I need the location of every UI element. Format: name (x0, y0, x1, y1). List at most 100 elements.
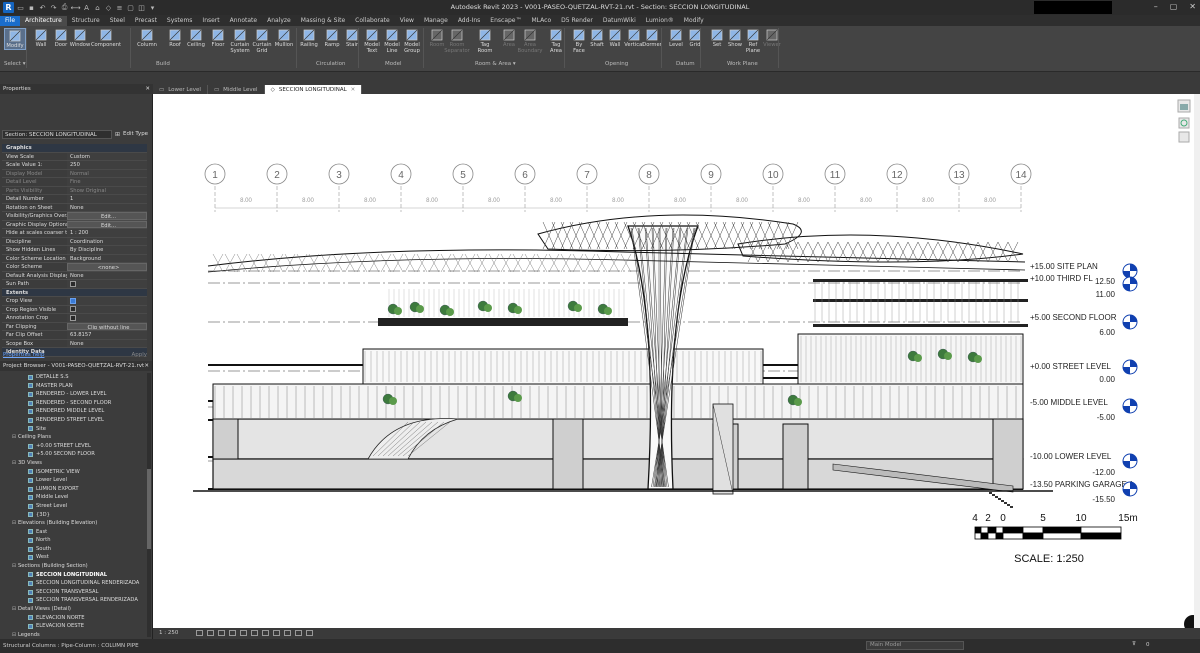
tab-architecture[interactable]: Architecture (20, 16, 67, 26)
filter-icon[interactable]: ⊽ (1132, 641, 1136, 647)
view-tab-middle-level[interactable]: ▭ Middle Level (208, 85, 265, 94)
section-icon[interactable]: ◇ (104, 3, 113, 12)
shadows-icon[interactable] (229, 630, 237, 636)
property-value[interactable]: 1 : 200 (67, 229, 147, 237)
unlock-view-icon[interactable] (273, 630, 281, 636)
annotate-icon[interactable]: A (82, 3, 91, 12)
roof-tool-button[interactable]: Roof (164, 28, 186, 48)
viewer-tool-button[interactable]: Viewer (761, 28, 783, 48)
collapse-icon[interactable]: ⊟ (10, 562, 18, 571)
browser-view-item[interactable]: North (0, 536, 152, 545)
property-value[interactable]: Clip without line (67, 322, 147, 330)
browser-view-item[interactable]: Site (0, 425, 152, 434)
browser-view-item[interactable]: +0.00 STREET LEVEL (0, 442, 152, 451)
checkbox[interactable] (70, 280, 76, 287)
browser-view-item[interactable]: ISOMETRIC VIEW (0, 468, 152, 477)
model-group-tool-button[interactable]: Model Group (401, 28, 423, 54)
close-icon[interactable]: ✕ (1189, 2, 1196, 11)
close-hidden-icon[interactable]: ▢ (126, 3, 135, 12)
property-value[interactable]: Fine (67, 178, 147, 186)
floor-tool-button[interactable]: Floor (207, 28, 229, 48)
tab-enscape[interactable]: Enscape™ (485, 16, 526, 26)
building-section[interactable] (193, 214, 1053, 508)
mullion-tool-button[interactable]: Mullion (273, 28, 295, 48)
property-value[interactable] (67, 314, 147, 322)
model-line-tool-button[interactable]: Model Line (381, 28, 403, 54)
collapse-icon[interactable]: ⊟ (10, 519, 18, 528)
render-icon[interactable] (240, 630, 248, 636)
property-value[interactable]: Custom (67, 152, 147, 160)
property-value[interactable]: 250 (67, 161, 147, 169)
browser-view-item[interactable]: East (0, 528, 152, 537)
measure-icon[interactable]: ⟷ (70, 3, 80, 12)
browser-folder[interactable]: ⊟ Elevations (Building Elevation) (0, 519, 152, 528)
minimize-icon[interactable]: – (1154, 2, 1158, 11)
browser-view-item[interactable]: RENDERED STREET LEVEL (0, 416, 152, 425)
property-value[interactable]: 1 (67, 195, 147, 203)
browser-folder[interactable]: ⊟ Sections (Building Section) (0, 562, 152, 571)
thin-lines-icon[interactable]: ≡ (115, 3, 124, 12)
property-value[interactable]: Edit... (67, 212, 147, 220)
collapse-icon[interactable]: ⊟ (10, 433, 18, 442)
area-boundary-tool-button[interactable]: Area Boundary (518, 28, 543, 54)
property-value[interactable]: None (67, 339, 147, 347)
model-text-tool-button[interactable]: Model Text (361, 28, 383, 54)
tab-insert[interactable]: Insert (197, 16, 224, 26)
reveal-hidden-icon[interactable] (295, 630, 303, 636)
view-tab-lower-level[interactable]: ▭ Lower Level (153, 85, 208, 94)
browser-view-item[interactable]: SECCION TRANSVERSAL RENDERIZADA (0, 596, 152, 605)
browser-view-item[interactable]: West (0, 553, 152, 562)
browser-view-item[interactable]: {3D} (0, 511, 152, 520)
browser-view-item[interactable]: RENDERED - LOWER LEVEL (0, 390, 152, 399)
modify-tool-button[interactable]: Modify (4, 28, 26, 50)
grid-tool-button[interactable]: Grid (684, 28, 706, 48)
railing-tool-button[interactable]: Railing (298, 28, 320, 48)
customize-icon[interactable]: ▾ (148, 3, 157, 12)
browser-view-item[interactable]: ELEVACION OESTE (0, 622, 152, 631)
curtain-grid-tool-button[interactable]: Curtain Grid (251, 28, 273, 54)
checkbox[interactable] (70, 314, 76, 321)
visual-style-icon[interactable] (207, 630, 215, 636)
edit-type-icon[interactable]: ⊞ (115, 131, 120, 138)
tab-analyze[interactable]: Analyze (262, 16, 296, 26)
browser-view-item[interactable]: ELEVACION NORTE (0, 614, 152, 623)
tab-precast[interactable]: Precast (130, 16, 162, 26)
dormer-tool-button[interactable]: Dormer (641, 28, 663, 48)
tab-add-ins[interactable]: Add-Ins (453, 16, 485, 26)
browser-folder[interactable]: ⊟ Legends (0, 631, 152, 639)
properties-help-link[interactable]: Properties help (3, 352, 44, 358)
tab-d5-render[interactable]: D5 Render (556, 16, 598, 26)
browser-view-item[interactable]: DETALLE S.S (0, 373, 152, 382)
browser-folder[interactable]: ⊟ Detail Views (Detail) (0, 605, 152, 614)
crop-region-icon[interactable] (262, 630, 270, 636)
tab-systems[interactable]: Systems (162, 16, 198, 26)
ramp-tool-button[interactable]: Ramp (321, 28, 343, 48)
browser-scrollbar[interactable] (147, 373, 151, 637)
tab-datumwiki[interactable]: DatumWiki (598, 16, 641, 26)
browser-view-item[interactable]: Lower Level (0, 476, 152, 485)
tab-modify[interactable]: Modify (679, 16, 709, 26)
switch-windows-icon[interactable]: ◫ (137, 3, 146, 12)
tab-mlaco[interactable]: MLAco (527, 16, 557, 26)
tag-room-tool-button[interactable]: Tag Room (474, 28, 496, 54)
browser-view-item[interactable]: RENDERED MIDDLE LEVEL (0, 407, 152, 416)
tab-manage[interactable]: Manage (419, 16, 453, 26)
property-value[interactable]: None (67, 203, 147, 211)
tab-view[interactable]: View (395, 16, 419, 26)
apply-button[interactable]: Apply (131, 352, 147, 358)
property-value[interactable]: Normal (67, 169, 147, 177)
property-value[interactable]: Edit... (67, 220, 147, 228)
maximize-icon[interactable]: ▢ (1170, 2, 1178, 11)
property-value[interactable] (67, 297, 147, 305)
property-value[interactable]: Background (67, 254, 147, 262)
checkbox[interactable] (70, 297, 76, 304)
view-tab-seccion-longitudinal[interactable]: ◇ SECCION LONGITUDINAL ✕ (264, 85, 363, 94)
active-workset-selector[interactable]: Main Model (866, 641, 964, 650)
drawing-canvas[interactable]: 1 8.00 2 8.00 3 8.00 4 8.00 5 8.00 6 8.00 7 8.00 8 8.00… (153, 94, 1200, 628)
close-icon[interactable]: ✕ (144, 363, 149, 369)
property-value[interactable] (67, 280, 147, 288)
browser-view-item[interactable]: LUMION EXPORT (0, 485, 152, 494)
property-value[interactable]: By Discipline (67, 246, 147, 254)
room-separator-tool-button[interactable]: Room Separator (444, 28, 470, 54)
tab-annotate[interactable]: Annotate (225, 16, 262, 26)
